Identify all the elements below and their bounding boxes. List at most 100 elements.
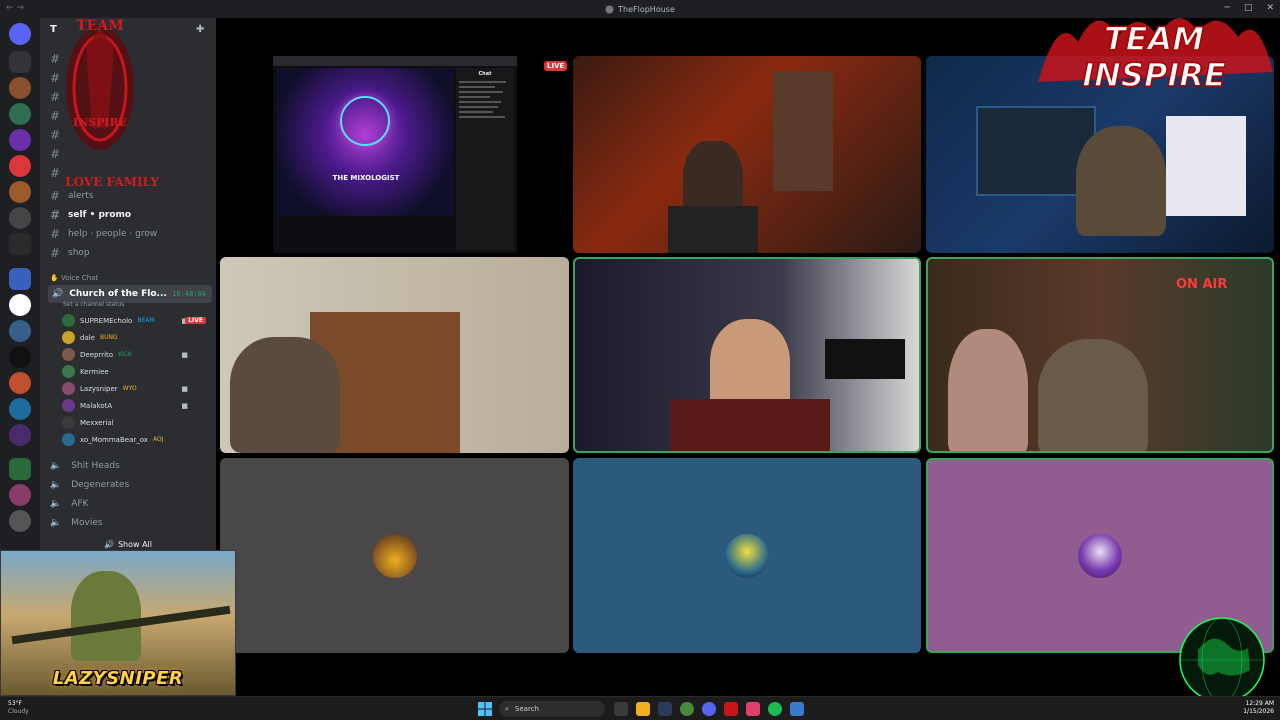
avatar (62, 365, 75, 378)
app-icon[interactable] (790, 702, 804, 716)
channel-status-prompt[interactable]: Set a channel status (63, 301, 124, 308)
server-icon[interactable] (9, 398, 31, 420)
voice-user[interactable]: MalakotA ■ (62, 397, 208, 414)
video-tile-avatar[interactable] (220, 458, 569, 653)
server-icon[interactable] (9, 233, 31, 255)
voice-channel-item[interactable]: 🔈 Shit Heads (50, 457, 120, 475)
voice-user-name: Kermiee (80, 367, 109, 376)
server-icon[interactable] (9, 129, 31, 151)
server-icon[interactable] (9, 155, 31, 177)
invite-icon[interactable]: ✚ (196, 24, 204, 35)
video-tile-screenshare[interactable]: THE MIXOLOGIST Chat (273, 56, 517, 253)
live-badge: LIVE (185, 317, 206, 324)
video-tile-webcam-speaking[interactable]: ON AIR (926, 257, 1274, 453)
voice-user[interactable]: dale BUNG (62, 329, 208, 346)
voice-timer: 10:48:04 (172, 290, 206, 298)
nav-arrows: ← → (6, 3, 24, 13)
spotify-icon[interactable] (768, 702, 782, 716)
server-icon[interactable] (9, 372, 31, 394)
folder-icon[interactable] (9, 458, 31, 480)
server-icon[interactable] (9, 424, 31, 446)
channel-item-shop[interactable]: # shop (50, 244, 90, 262)
back-arrow-icon[interactable]: ← (6, 3, 14, 13)
task-view-icon[interactable] (614, 702, 628, 716)
chrome-icon[interactable] (680, 702, 694, 716)
folder-icon[interactable] (9, 268, 31, 290)
video-tile-avatar[interactable] (573, 458, 921, 653)
on-air-sign: ON AIR (1176, 277, 1228, 292)
video-tile-webcam-speaking[interactable] (573, 257, 921, 453)
voice-user[interactable]: SUPREMEcholo BEAM ■ LIVE (62, 312, 208, 329)
voice-user[interactable]: Mexxerial (62, 414, 208, 431)
video-tile-webcam[interactable] (220, 257, 569, 453)
channel-item-self-promo[interactable]: # self • promo (50, 206, 131, 224)
voice-channel-item[interactable]: 🔈 Movies (50, 514, 103, 532)
file-explorer-icon[interactable] (636, 702, 650, 716)
forward-arrow-icon[interactable]: → (16, 3, 24, 13)
shirt (668, 206, 758, 253)
server-icon[interactable] (9, 207, 31, 229)
avatar (372, 533, 417, 578)
voice-user[interactable]: Deeprrito KICK ■ (62, 346, 208, 363)
search-icon: ⌕ (505, 704, 509, 713)
soldier-figure (71, 571, 141, 661)
voice-channel-item[interactable]: 🔈 Degenerates (50, 476, 129, 494)
camera-icon: ■ (181, 401, 188, 410)
user-badge: KICK (118, 351, 132, 358)
server-icon[interactable] (9, 77, 31, 99)
avatar (62, 382, 75, 395)
voice-user-name: SUPREMEcholo (80, 316, 133, 325)
clock-date: 1/15/2026 (1243, 708, 1274, 715)
shirt (670, 399, 830, 451)
microphone (825, 339, 905, 379)
chat-panel: Chat (456, 68, 514, 250)
stream-emblem (340, 96, 390, 146)
voice-user-name: dale (80, 333, 95, 342)
avatar (62, 314, 75, 327)
show-all-button[interactable]: 🔊 Show All (48, 537, 208, 551)
avatar (62, 348, 75, 361)
discord-icon[interactable] (702, 702, 716, 716)
server-icon[interactable] (9, 103, 31, 125)
voice-user[interactable]: xo_MommaBear_ox AOJ (62, 431, 208, 448)
user-badge: WYO (122, 385, 137, 392)
weather-widget[interactable]: 53°F Cloudy (8, 700, 29, 716)
system-tray-clock[interactable]: 12:29 AM 1/15/2026 (1243, 700, 1274, 716)
server-icon (605, 4, 614, 14)
speaker-icon: 🔈 (50, 480, 62, 490)
speaker-icon: 🔊 (52, 289, 64, 299)
speaker-icon: 🔊 (103, 539, 114, 549)
voice-user[interactable]: Lazysniper WYO ■ (62, 380, 208, 397)
voice-channel-item[interactable]: 🔈 AFK (50, 495, 88, 513)
browser-chrome (273, 56, 517, 66)
channel-item-help[interactable]: # help · people · grow (50, 225, 157, 243)
weather-condition: Cloudy (8, 708, 29, 715)
user-badge: BUNG (99, 334, 118, 341)
avatar (62, 433, 75, 446)
taskbar-search[interactable]: ⌕ Search (499, 701, 605, 717)
start-icon[interactable] (478, 702, 492, 716)
app-icon[interactable] (724, 702, 738, 716)
hash-icon: # (50, 208, 61, 222)
server-icon[interactable] (9, 346, 31, 368)
server-icon[interactable] (9, 484, 31, 506)
server-icon[interactable] (9, 181, 31, 203)
app-icon[interactable] (746, 702, 760, 716)
server-icon[interactable] (9, 51, 31, 73)
speaker-icon: 🔈 (50, 499, 62, 509)
voice-category-label[interactable]: ✋ Voice Chat (50, 274, 98, 282)
logo-text: INSPIRE (1082, 56, 1226, 94)
server-icon[interactable] (9, 320, 31, 342)
voice-user[interactable]: Kermiee (62, 363, 208, 380)
window-title: TheFlopHouse (618, 4, 675, 14)
wall (1166, 116, 1246, 216)
server-icon[interactable] (9, 510, 31, 532)
video-tile-webcam[interactable] (573, 56, 921, 253)
server-icon[interactable] (9, 294, 31, 316)
channel-label: shop (68, 248, 90, 258)
chat-line (459, 86, 496, 88)
taskbar: 53°F Cloudy ⌕ Search 12:29 AM 1/15/2026 (0, 696, 1280, 720)
avatar (62, 416, 75, 429)
steam-icon[interactable] (658, 702, 672, 716)
direct-messages-icon[interactable] (9, 23, 31, 45)
